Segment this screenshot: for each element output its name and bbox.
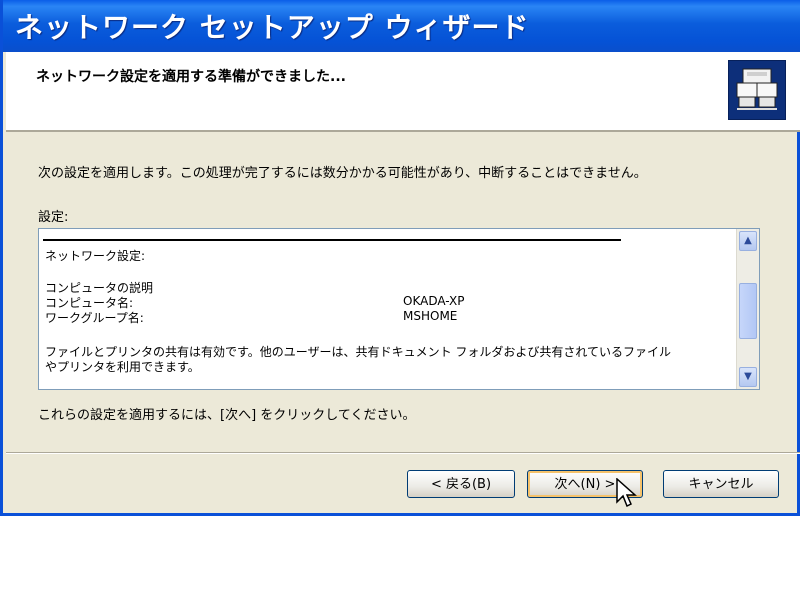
cancel-button[interactable]: キャンセル <box>663 470 779 498</box>
back-button[interactable]: < 戻る(B) <box>407 470 515 498</box>
scroll-down-icon[interactable]: ▼ <box>739 367 757 387</box>
page-heading: ネットワーク設定を適用する準備ができました... <box>36 69 346 85</box>
apply-hint-text: これらの設定を適用するには、[次へ] をクリックしてください。 <box>38 408 416 423</box>
wizard-header: ネットワーク設定を適用する準備ができました... <box>6 52 800 132</box>
scroll-up-icon[interactable]: ▲ <box>739 231 757 251</box>
vertical-scrollbar[interactable]: ▲ ▼ <box>736 229 759 389</box>
mouse-pointer-icon <box>616 478 637 508</box>
window-title: ネットワーク セットアップ ウィザード <box>15 11 530 44</box>
wizard-window: ネットワーク セットアップ ウィザード ネットワーク設定を適用する準備ができまし… <box>0 0 800 516</box>
workgroup-name-label: ワークグループ名: <box>45 311 144 325</box>
section-title: ネットワーク設定: <box>45 249 146 263</box>
computer-name-value: OKADA-XP <box>403 294 465 308</box>
settings-label: 設定: <box>38 210 69 225</box>
section-divider <box>43 239 621 241</box>
button-area-divider <box>6 452 800 454</box>
title-bar[interactable]: ネットワーク セットアップ ウィザード <box>3 0 800 52</box>
settings-listbox[interactable]: ネットワーク設定: コンピュータの説明 コンピュータ名: OKADA-XP ワー… <box>38 228 760 390</box>
workgroup-name-value: MSHOME <box>403 309 458 323</box>
network-wizard-icon <box>728 60 786 120</box>
scrollbar-thumb[interactable] <box>739 283 757 339</box>
description-text: 次の設定を適用します。この処理が完了するには数分かかる可能性があり、中断すること… <box>38 166 647 181</box>
sharing-text-line2: やプリンタを利用できます。 <box>45 360 200 374</box>
